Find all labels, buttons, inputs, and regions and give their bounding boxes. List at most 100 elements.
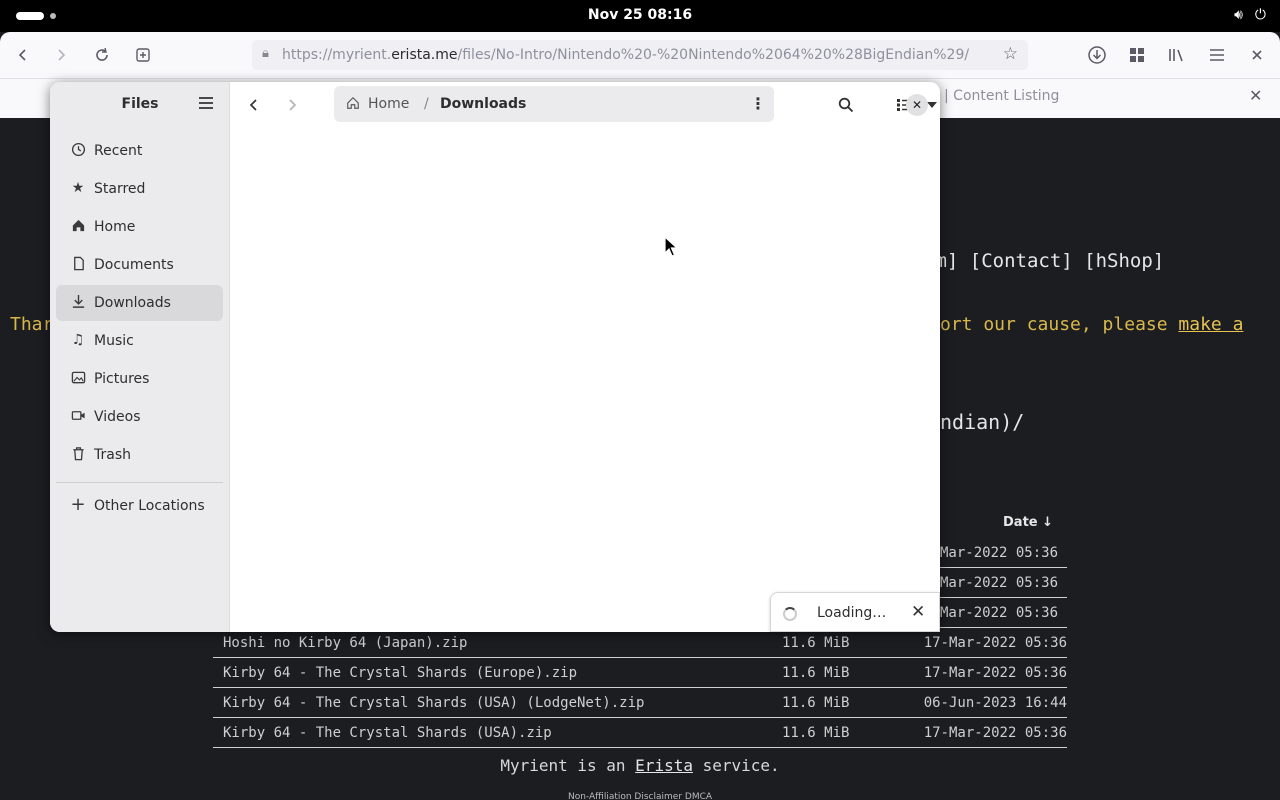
close-icon[interactable]: ✕: [911, 602, 925, 622]
more-options-icon[interactable]: ⋮: [750, 94, 766, 113]
file-name-link[interactable]: Kirby 64 - The Crystal Shards (Europe).z…: [223, 665, 577, 681]
sidebar-item-label: Recent: [94, 143, 143, 159]
site-footer: Myrient is an Erista service.: [500, 756, 780, 775]
clock-icon: [70, 142, 86, 158]
file-name-link[interactable]: Kirby 64 - The Crystal Shards (USA) (Lod…: [223, 695, 644, 711]
close-icon[interactable]: ✕: [906, 94, 928, 116]
star-icon: ★: [71, 180, 85, 196]
sidebar-item-label: Trash: [94, 447, 131, 463]
table-row[interactable]: Kirby 64 - The Crystal Shards (USA) (Lod…: [213, 688, 1067, 718]
directory-path: ndian)/: [940, 410, 1025, 434]
footer-links[interactable]: Non-Affiliation Disclaimer DMCA: [0, 792, 1280, 800]
table-row[interactable]: Kirby 64 - The Crystal Shards (Europe).z…: [213, 658, 1067, 688]
lock-icon[interactable]: 🔒︎: [262, 46, 269, 61]
url-bar[interactable]: 🔒︎ https://myrient.erista.me/files/No-In…: [252, 40, 1028, 70]
sidebar-item-documents[interactable]: Documents: [56, 247, 223, 283]
new-tab-icon[interactable]: [130, 42, 156, 68]
path-segment-home[interactable]: Home: [368, 96, 409, 112]
browser-toolbar: 🔒︎ https://myrient.erista.me/files/No-In…: [0, 32, 1280, 78]
sidebar-item-music[interactable]: ♫ Music: [56, 323, 223, 359]
date-column-header[interactable]: Date ↓: [1003, 515, 1053, 530]
sidebar-item-label: Videos: [94, 409, 141, 425]
file-size: 11.6 MiB: [782, 725, 850, 741]
files-content-area[interactable]: Home / Downloads ⋮ ✕: [230, 82, 940, 632]
table-row[interactable]: Kirby 64 - The Crystal Shards (USA).zip …: [213, 718, 1067, 748]
file-name-link[interactable]: Kirby 64 - The Crystal Shards (USA).zip: [223, 725, 552, 741]
sidebar-item-videos[interactable]: Videos: [56, 399, 223, 435]
download-icon: [70, 294, 86, 310]
sidebar-item-label: Home: [94, 219, 136, 235]
sidebar-item-pictures[interactable]: Pictures: [56, 361, 223, 397]
donate-link[interactable]: make a: [1178, 314, 1243, 335]
sidebar-item-recent[interactable]: Recent: [56, 133, 223, 169]
url-text[interactable]: https://myrient.erista.me/files/No-Intro…: [282, 47, 982, 63]
library-icon[interactable]: [1164, 42, 1190, 68]
path-segment-current[interactable]: Downloads: [440, 96, 526, 112]
file-table: Hoshi no Kirby 64 (Japan).zip 11.6 MiB 1…: [213, 628, 1067, 748]
sidebar-item-starred[interactable]: ★ Starred: [56, 171, 223, 207]
search-icon[interactable]: [832, 92, 860, 118]
sidebar-divider: [56, 482, 223, 483]
sidebar-item-trash[interactable]: Trash: [56, 437, 223, 473]
path-bar[interactable]: Home / Downloads ⋮: [334, 86, 774, 122]
loading-notification: Loading… ✕: [770, 592, 940, 632]
sidebar-item-home[interactable]: Home: [56, 209, 223, 245]
files-sidebar: Files Recent ★ Starred Home Documents Do…: [50, 82, 230, 632]
system-top-bar: Nov 25 08:16 🔊︎ ⏻: [0, 0, 1280, 32]
music-icon: ♫: [71, 332, 85, 348]
row-date-partial: Mar-2022 05:36: [940, 575, 1059, 591]
system-tray[interactable]: 🔊︎ ⏻: [1234, 7, 1266, 23]
file-date: 17-Mar-2022 05:36: [923, 665, 1067, 681]
plus-icon: +: [70, 494, 86, 515]
back-icon[interactable]: [240, 92, 268, 118]
sidebar-item-label: Other Locations: [94, 498, 205, 514]
sidebar-item-label: Downloads: [94, 295, 171, 311]
video-icon: [70, 408, 86, 424]
tab-close-icon[interactable]: ✕: [1249, 86, 1262, 105]
picture-icon: [70, 370, 86, 386]
hamburger-menu-icon[interactable]: [198, 94, 214, 115]
file-name-link[interactable]: Hoshi no Kirby 64 (Japan).zip: [223, 635, 467, 651]
notice-text-left: Thar: [10, 314, 54, 335]
back-icon[interactable]: [10, 42, 36, 68]
file-size: 11.6 MiB: [782, 635, 850, 651]
erista-link[interactable]: Erista: [635, 756, 693, 775]
sidebar-item-label: Music: [94, 333, 134, 349]
spinner-icon: [783, 607, 797, 621]
tab-title[interactable]: | Content Listing: [944, 88, 1059, 104]
desktop: Nov 25 08:16 🔊︎ ⏻ 🔒︎ https://myrient.eri…: [0, 0, 1280, 800]
sidebar-item-label: Starred: [94, 181, 146, 197]
row-divider: [940, 567, 1067, 568]
menu-icon[interactable]: [1204, 42, 1230, 68]
home-icon[interactable]: [346, 96, 360, 114]
row-date-partial: Mar-2022 05:36: [940, 605, 1059, 621]
document-icon: [70, 256, 86, 272]
window-close-icon[interactable]: [1244, 42, 1270, 68]
table-row[interactable]: Hoshi no Kirby 64 (Japan).zip 11.6 MiB 1…: [213, 628, 1067, 658]
site-nav-links[interactable]: am] [Contact] [hShop]: [924, 250, 1164, 272]
file-date: 17-Mar-2022 05:36: [923, 635, 1067, 651]
reload-icon[interactable]: [89, 42, 115, 68]
home-icon: [70, 218, 86, 234]
row-date-partial: Mar-2022 05:36: [940, 545, 1059, 561]
file-date: 17-Mar-2022 05:36: [923, 725, 1067, 741]
sidebar-item-label: Documents: [94, 257, 174, 273]
file-date: 06-Jun-2023 16:44: [923, 695, 1067, 711]
forward-icon[interactable]: [48, 42, 74, 68]
trash-icon: [70, 446, 86, 462]
extensions-icon[interactable]: [1124, 42, 1150, 68]
sidebar-item-other-locations[interactable]: + Other Locations: [56, 488, 223, 524]
power-icon[interactable]: ⏻: [1255, 7, 1266, 23]
sidebar-item-downloads[interactable]: Downloads: [56, 285, 223, 321]
files-window: Files Recent ★ Starred Home Documents Do…: [50, 82, 940, 632]
volume-icon[interactable]: 🔊︎: [1234, 7, 1243, 23]
forward-icon[interactable]: [278, 92, 306, 118]
downloads-icon[interactable]: [1084, 42, 1110, 68]
bookmark-star-icon[interactable]: ☆: [1003, 44, 1018, 64]
row-divider: [940, 597, 1067, 598]
clock[interactable]: Nov 25 08:16: [0, 7, 1280, 23]
sidebar-item-label: Pictures: [94, 371, 150, 387]
file-size: 11.6 MiB: [782, 695, 850, 711]
notice-text-right: ort our cause, please make a: [940, 314, 1244, 335]
path-separator: /: [424, 96, 429, 112]
